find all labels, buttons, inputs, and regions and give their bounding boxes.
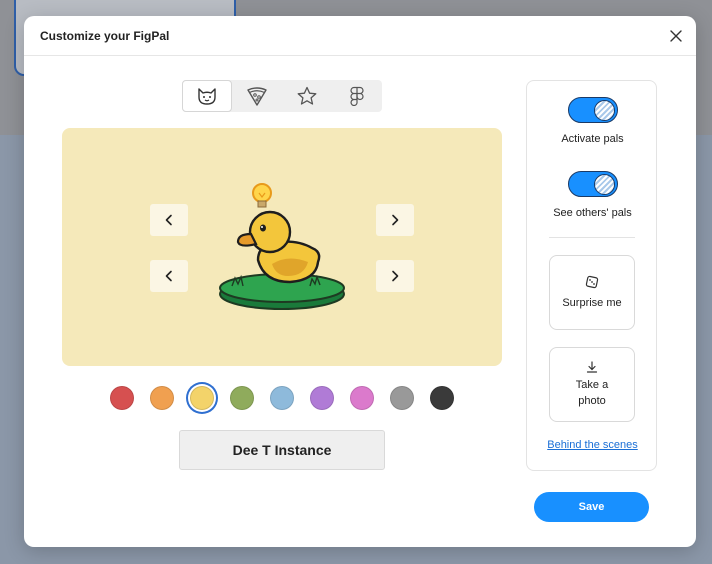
swatch-pink[interactable] <box>350 386 374 410</box>
chevron-right-icon <box>392 214 399 226</box>
close-icon <box>670 30 682 42</box>
swatch-yellow[interactable] <box>190 386 214 410</box>
tab-food[interactable] <box>232 80 282 112</box>
swatch-olive[interactable] <box>230 386 254 410</box>
dialog-header: Customize your FigPal <box>24 16 696 56</box>
duck-pal-illustration <box>219 183 345 310</box>
settings-panel: Activate pals See others' pals Surprise … <box>526 80 657 471</box>
tab-figma[interactable] <box>332 80 382 112</box>
save-button[interactable]: Save <box>534 492 649 522</box>
see-others-pals-label: See others' pals <box>553 207 632 219</box>
close-button[interactable] <box>668 28 684 44</box>
toggle-knob <box>594 99 615 121</box>
download-icon <box>586 360 598 373</box>
chevron-left-icon <box>165 214 172 226</box>
swatch-purple[interactable] <box>310 386 334 410</box>
chevron-right-icon <box>392 270 399 282</box>
tab-accessories[interactable] <box>282 80 332 112</box>
tab-character[interactable] <box>182 80 232 112</box>
prev-character-button[interactable] <box>150 260 188 292</box>
see-others-pals-toggle[interactable] <box>568 171 618 197</box>
star-icon <box>297 86 317 105</box>
swatch-orange[interactable] <box>150 386 174 410</box>
cat-face-icon <box>198 88 216 105</box>
surprise-me-label: Surprise me <box>562 296 622 309</box>
activate-pals-label: Activate pals <box>561 133 624 145</box>
behind-the-scenes-link[interactable]: Behind the scenes <box>527 439 658 451</box>
next-character-button[interactable] <box>376 260 414 292</box>
chevron-left-icon <box>165 270 172 282</box>
surprise-me-button[interactable]: Surprise me <box>549 255 635 330</box>
swatch-red[interactable] <box>110 386 134 410</box>
dialog-title: Customize your FigPal <box>40 28 170 43</box>
swatch-dark[interactable] <box>430 386 454 410</box>
take-photo-label-line2: photo <box>578 394 606 407</box>
toggle-knob <box>594 173 615 195</box>
prev-accessory-button[interactable] <box>150 204 188 236</box>
swatch-light-blue[interactable] <box>270 386 294 410</box>
take-photo-label-line1: Take a <box>575 378 609 391</box>
pal-preview-stage <box>62 128 502 366</box>
dice-icon <box>585 275 599 288</box>
customize-figpal-dialog: Customize your FigPal Dee T Instance Act… <box>24 16 696 547</box>
pizza-slice-icon <box>247 87 267 106</box>
activate-pals-toggle[interactable] <box>568 97 618 123</box>
pal-name-button[interactable]: Dee T Instance <box>179 430 385 470</box>
next-accessory-button[interactable] <box>376 204 414 236</box>
figma-logo-icon <box>350 86 364 106</box>
color-swatches <box>110 386 454 410</box>
category-tabs <box>182 80 382 112</box>
swatch-gray[interactable] <box>390 386 414 410</box>
take-photo-button[interactable]: Take a photo <box>549 347 635 422</box>
divider <box>549 237 635 238</box>
